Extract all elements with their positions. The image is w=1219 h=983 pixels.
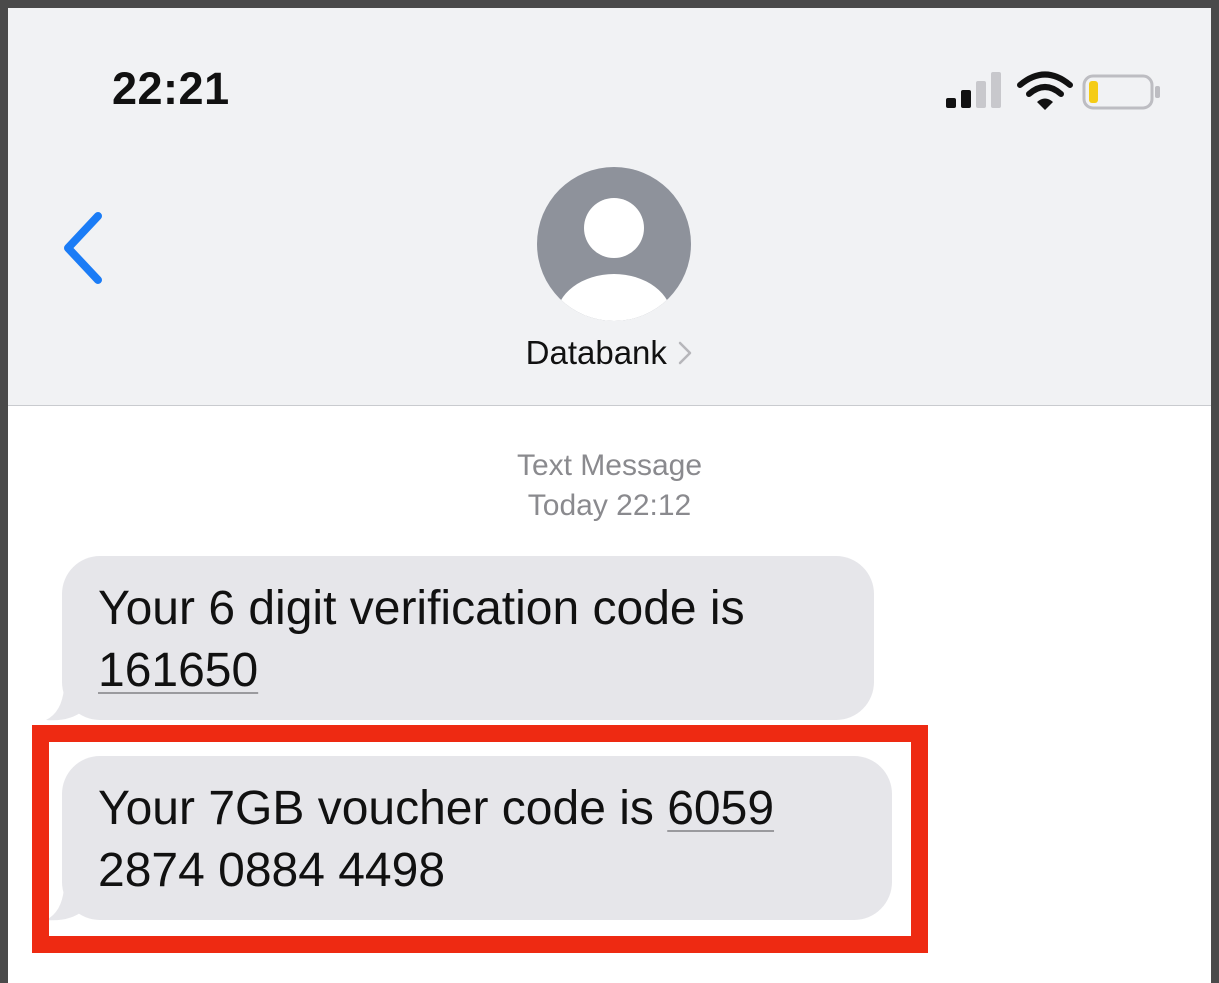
back-button[interactable] xyxy=(56,208,116,288)
messages-screen: 22:21 Databank Text Message Today 22:12 … xyxy=(8,8,1211,983)
message-text: Your 7GB voucher code is xyxy=(98,782,668,835)
cellular-signal-icon xyxy=(946,72,1001,108)
battery-icon xyxy=(1082,74,1160,110)
status-time: 22:21 xyxy=(112,63,230,114)
contact-avatar[interactable] xyxy=(536,166,692,322)
voucher-code-link[interactable]: 6059 xyxy=(667,782,774,835)
wifi-icon xyxy=(1017,71,1073,110)
message-timestamp: Today 22:12 xyxy=(527,489,692,522)
chevron-right-icon xyxy=(679,341,692,365)
message-text-tail: 2874 0884 4498 xyxy=(98,844,446,897)
contact-name: Databank xyxy=(525,334,667,371)
message-bubble[interactable]: Your 7GB voucher code is 6059 2874 0884 … xyxy=(62,756,892,920)
conversation-header: 22:21 Databank xyxy=(8,8,1211,406)
service-label: Text Message xyxy=(516,449,703,482)
contact-info-button[interactable]: Databank xyxy=(8,334,1211,378)
verification-code-link[interactable]: 161650 xyxy=(98,644,258,697)
chevron-left-icon xyxy=(64,212,102,284)
status-icons xyxy=(944,68,1164,118)
message-text: Your 6 digit verification code is xyxy=(98,582,745,635)
message-bubble[interactable]: Your 6 digit verification code is 161650 xyxy=(62,556,874,720)
message-metadata: Text Message Today 22:12 xyxy=(8,446,1211,526)
